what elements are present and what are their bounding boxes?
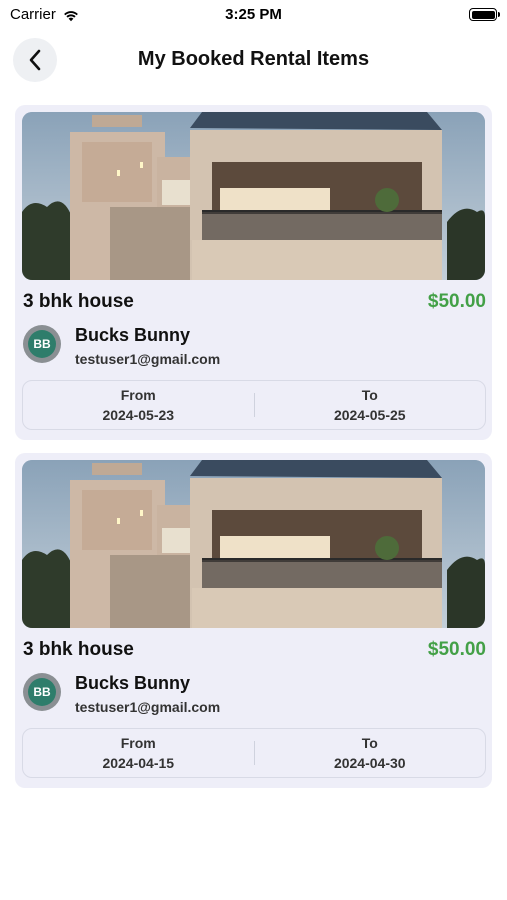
booking-dates: From 2024-04-15 To 2024-04-30 <box>22 728 486 778</box>
item-price: $50.00 <box>427 639 486 660</box>
avatar-initials: BB <box>28 678 56 706</box>
to-date: 2024-05-25 <box>333 407 406 423</box>
to-date-column: To 2024-04-30 <box>255 729 486 777</box>
battery-icon <box>469 8 500 21</box>
clock: 3:25 PM <box>225 6 282 23</box>
owner-name: Bucks Bunny <box>75 325 191 345</box>
to-label: To <box>361 735 378 751</box>
house-photo <box>22 112 485 280</box>
avatar: BB <box>23 325 61 363</box>
item-title: 3 bhk house <box>23 291 134 312</box>
booking-card[interactable]: 3 bhk house $50.00 BB Bucks Bunny testus… <box>15 105 492 440</box>
page-title: My Booked Rental Items <box>137 48 370 70</box>
owner-email: testuser1@gmail.com <box>75 351 221 367</box>
nav-header: My Booked Rental Items <box>0 36 507 84</box>
owner-email: testuser1@gmail.com <box>75 699 221 715</box>
from-date: 2024-05-23 <box>102 407 175 423</box>
booking-card[interactable]: 3 bhk house $50.00 BB Bucks Bunny testus… <box>15 453 492 788</box>
owner-name: Bucks Bunny <box>75 673 191 693</box>
from-date: 2024-04-15 <box>102 755 175 771</box>
avatar-initials: BB <box>28 330 56 358</box>
to-date-column: To 2024-05-25 <box>255 381 486 429</box>
item-price: $50.00 <box>427 291 486 312</box>
house-photo <box>22 460 485 628</box>
booking-dates: From 2024-05-23 To 2024-05-25 <box>22 380 486 430</box>
from-date-column: From 2024-04-15 <box>23 729 254 777</box>
avatar: BB <box>23 673 61 711</box>
from-label: From <box>120 387 156 403</box>
from-label: From <box>120 735 156 751</box>
status-bar: Carrier 3:25 PM <box>0 0 507 28</box>
from-date-column: From 2024-05-23 <box>23 381 254 429</box>
to-label: To <box>361 387 378 403</box>
item-title: 3 bhk house <box>23 639 134 660</box>
to-date: 2024-04-30 <box>333 755 406 771</box>
